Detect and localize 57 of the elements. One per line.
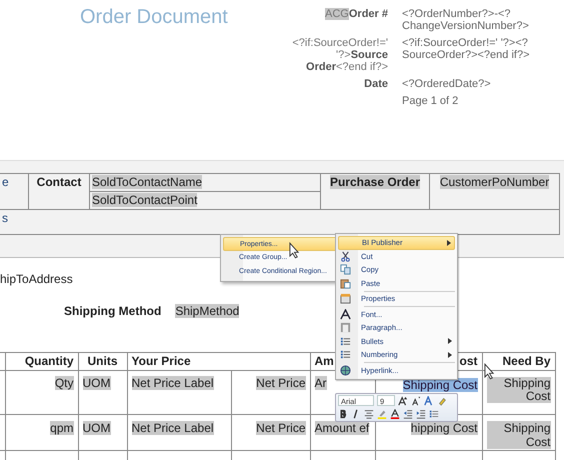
field-label: ACGOrder # [324,8,388,22]
field-label: <?if:SourceOrder!=' '?>Source Order<?end if?> [292,37,388,73]
table-cell: UOM [82,421,110,435]
po-label: Purchase Order [330,175,420,189]
bold-icon[interactable] [338,409,348,420]
field-value: Page 1 of 2 [402,95,460,107]
column-header: Units [88,354,118,368]
field-value: <?if:SourceOrder!=' '?><?SourceOrder?><?end if?> [402,37,531,63]
cut-text: e [2,175,9,189]
properties-icon [340,293,351,304]
styles-icon[interactable] [424,396,434,406]
shipping-method-value: ShipMethod [175,304,240,318]
font-icon [340,308,351,320]
cut-text: s [2,211,8,225]
column-header: Your Price [132,354,191,368]
contact-name: SoldToContactName [92,175,202,189]
mouse-pointer-icon [289,242,300,259]
po-value: CustomerPoNumber [440,175,550,189]
table-cell: Net Price Label [132,376,214,390]
numbering-icon [340,349,351,360]
table-cell: hipping Cost [410,421,478,435]
format-painter-icon[interactable] [437,396,447,406]
font-color-icon[interactable] [390,409,400,420]
table-cell: Qty [54,376,74,390]
column-header: ost [460,354,478,368]
table-cell: Net Price Label [132,421,214,435]
scissors-icon [340,250,351,262]
table-cell: Shipping Cost [486,421,551,449]
globe-icon [340,364,351,376]
center-align-icon[interactable] [364,409,374,420]
table-cell: Net Price [256,376,306,390]
decrease-indent-icon[interactable] [403,409,413,420]
field-value: <?OrderedDate?> [402,78,492,90]
mouse-pointer-icon [484,363,495,380]
table-cell: Shipping Cost [486,377,551,403]
paste-icon [340,278,351,289]
bullets-icon[interactable] [429,409,439,420]
shrink-font-icon[interactable] [411,396,421,406]
bullets-icon [340,336,351,347]
contact-point: SoldToContactPoint [92,193,198,207]
table-cell: UOM [82,376,110,390]
table-cell: Amount ef [314,421,370,435]
column-header: Am [314,354,334,368]
grow-font-icon[interactable] [398,396,408,406]
field-value: <?OrderNumber?>-<?ChangeVersionNumber?> [402,8,530,32]
table-cell: qpm [50,421,74,435]
contact-label: Contact [36,175,82,189]
document-title: Order Document [80,6,229,30]
ship-address: hipToAddress [0,272,73,288]
increase-indent-icon[interactable] [416,409,426,420]
field-label: Date [363,78,388,90]
table-cell: Net Price [256,421,306,435]
shipping-method-label: Shipping Method [64,304,162,318]
table-cell: Ar [314,376,327,390]
column-header: Quantity [24,354,74,368]
column-header: Need By [502,354,551,368]
copy-icon [340,264,351,276]
